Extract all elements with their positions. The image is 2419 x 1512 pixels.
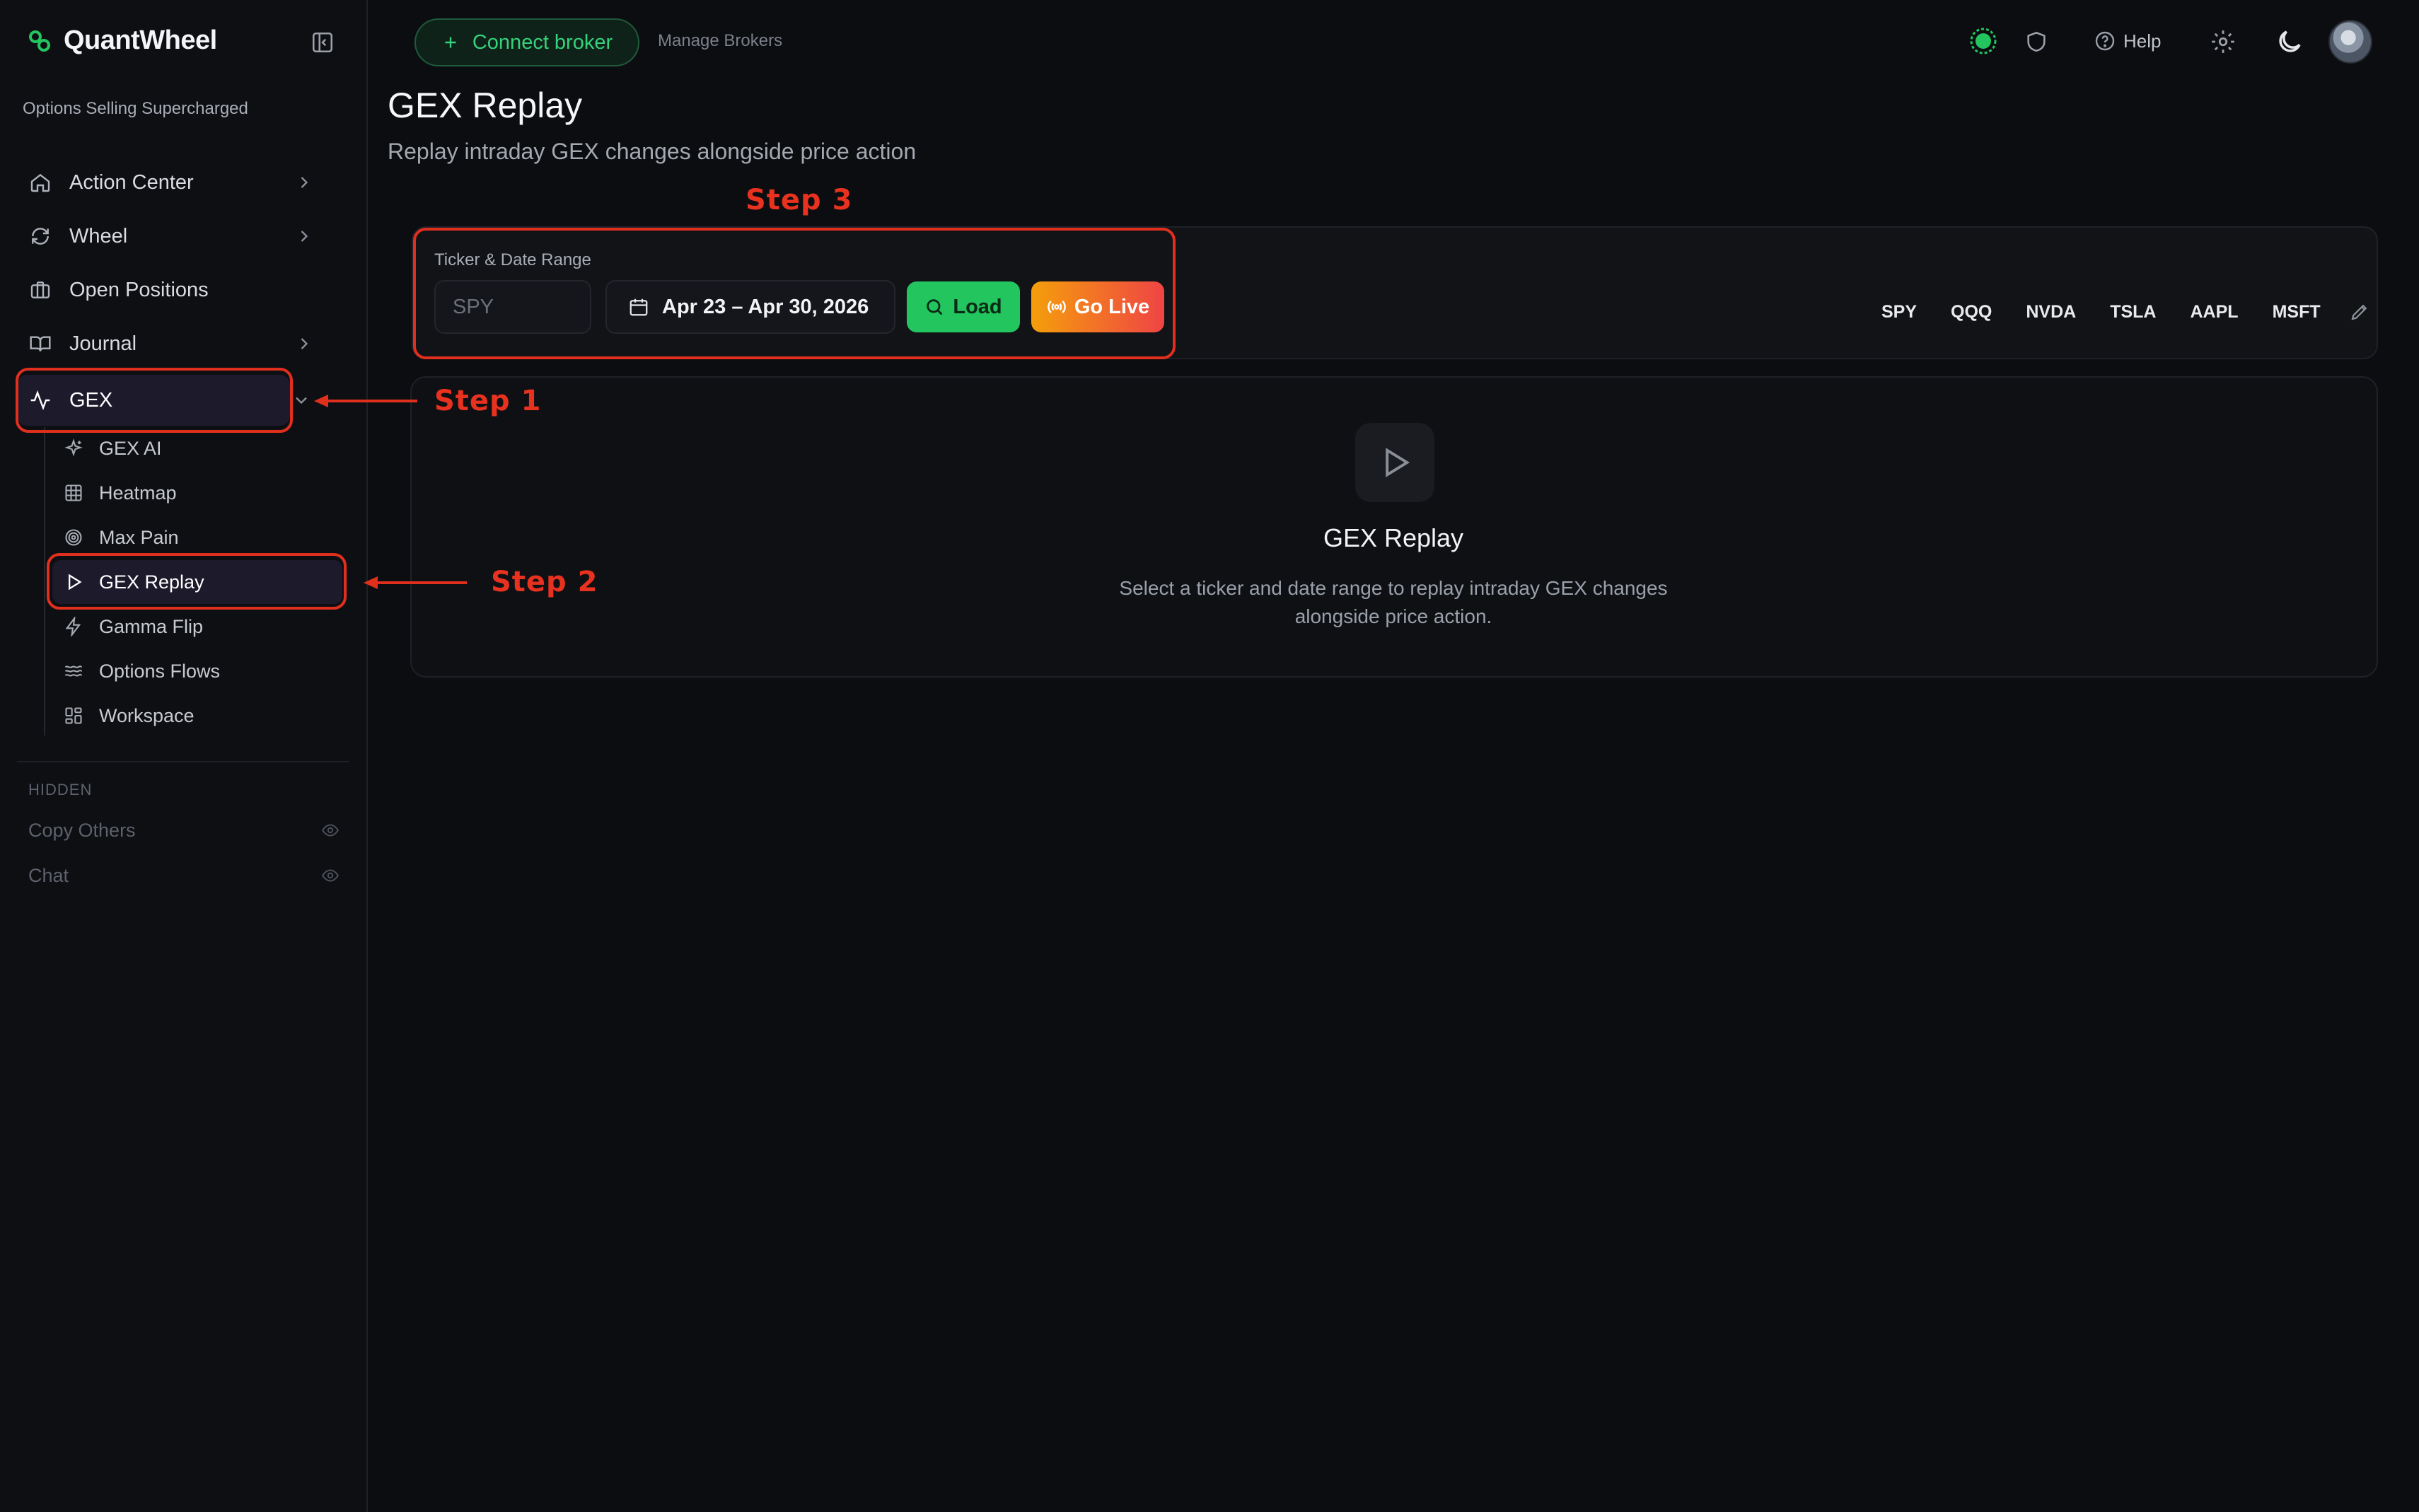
- user-avatar[interactable]: [2328, 20, 2372, 64]
- sidebar-subitem-label: Heatmap: [99, 482, 177, 504]
- refresh-icon: [28, 224, 52, 248]
- eye-icon[interactable]: [321, 866, 340, 885]
- waves-icon: [64, 661, 83, 681]
- hidden-item-label: Copy Others: [28, 819, 136, 841]
- submenu-guide-line: [44, 427, 45, 735]
- layout-icon: [64, 706, 83, 726]
- step3-label: Step 3: [746, 184, 853, 216]
- bolt-icon: [64, 617, 83, 636]
- quick-ticker-nvda[interactable]: NVDA: [2026, 302, 2076, 322]
- sidebar-item-wheel[interactable]: Wheel: [17, 211, 314, 262]
- pencil-icon[interactable]: [2349, 301, 2370, 322]
- grid-icon: [64, 483, 83, 503]
- sidebar-subitem-label: Gamma Flip: [99, 615, 204, 637]
- sidebar-subitem-label: Workspace: [99, 704, 195, 726]
- hidden-item-copy-others[interactable]: Copy Others: [28, 813, 340, 848]
- sidebar-item-open-positions[interactable]: Open Positions: [17, 264, 314, 315]
- gear-icon[interactable]: [2210, 28, 2237, 55]
- chevron-down-icon[interactable]: [291, 390, 311, 410]
- help-circle-icon: [2095, 31, 2115, 51]
- sidebar-item-label: Open Positions: [69, 278, 209, 301]
- tagline: Options Selling Supercharged: [23, 99, 248, 118]
- sidebar-collapse-button[interactable]: [308, 28, 337, 57]
- replay-play-tile: [1355, 423, 1434, 502]
- sidebar-item-journal[interactable]: Journal: [17, 318, 314, 369]
- sidebar-item-label: Journal: [69, 332, 137, 355]
- step1-highlight-box: [16, 368, 293, 433]
- step3-highlight-box: [413, 228, 1176, 359]
- hidden-section-label: HIDDEN: [28, 781, 93, 798]
- chevron-right-icon: [301, 177, 308, 188]
- sidebar: QuantWheel Options Selling Supercharged …: [0, 0, 368, 1512]
- chevron-right-icon: [301, 338, 308, 349]
- quantwheel-logo-icon: [29, 30, 50, 52]
- briefcase-icon: [28, 278, 52, 302]
- sparkle-icon: [64, 438, 83, 458]
- empty-state-description-line: alongside price action.: [1294, 605, 1492, 627]
- page-subtitle: Replay intraday GEX changes alongside pr…: [388, 139, 917, 164]
- connect-broker-label: Connect broker: [472, 30, 613, 54]
- quick-ticker-tsla[interactable]: TSLA: [2110, 302, 2156, 322]
- quick-ticker-aapl[interactable]: AAPL: [2191, 302, 2239, 322]
- target-icon: [64, 528, 83, 547]
- hidden-item-label: Chat: [28, 864, 69, 886]
- app-root: QuantWheel Options Selling Supercharged …: [0, 0, 2419, 1512]
- step1-arrow-icon: [314, 395, 417, 407]
- sidebar-subitem-workspace[interactable]: Workspace: [57, 694, 340, 738]
- plus-icon: [445, 37, 456, 48]
- sidebar-subitem-gamma-flip[interactable]: Gamma Flip: [57, 605, 340, 649]
- sidebar-item-action-center[interactable]: Action Center: [17, 157, 314, 208]
- page-title: GEX Replay: [388, 86, 583, 125]
- brand[interactable]: QuantWheel: [25, 25, 217, 56]
- home-icon: [28, 170, 52, 194]
- quick-ticker-msft[interactable]: MSFT: [2273, 302, 2321, 322]
- step1-label: Step 1: [434, 385, 542, 417]
- quick-ticker-spy[interactable]: SPY: [1881, 302, 1917, 322]
- book-icon: [28, 332, 52, 356]
- play-icon: [1386, 448, 1410, 477]
- sidebar-subitem-label: Options Flows: [99, 660, 221, 682]
- manage-brokers-link[interactable]: Manage Brokers: [658, 31, 782, 51]
- empty-state-description-line: Select a ticker and date range to replay…: [1119, 577, 1668, 599]
- sidebar-item-label: Wheel: [69, 224, 128, 248]
- shield-icon[interactable]: [2024, 30, 2048, 54]
- quick-ticker-list: SPY QQQ NVDA TSLA AAPL MSFT: [1881, 301, 2370, 322]
- panel-left-icon: [312, 32, 333, 53]
- sidebar-subitem-label: Max Pain: [99, 526, 179, 548]
- eye-icon[interactable]: [321, 821, 340, 839]
- hidden-item-chat[interactable]: Chat: [28, 858, 340, 893]
- sidebar-subitem-heatmap[interactable]: Heatmap: [57, 471, 340, 515]
- quick-ticker-qqq[interactable]: QQQ: [1951, 302, 1992, 322]
- step2-label: Step 2: [491, 566, 598, 598]
- connection-status-icon[interactable]: [1969, 27, 1997, 55]
- sidebar-subitem-options-flows[interactable]: Options Flows: [57, 649, 340, 693]
- help-button[interactable]: Help: [2094, 27, 2161, 55]
- brand-name: QuantWheel: [64, 25, 217, 55]
- step2-highlight-box: [47, 553, 347, 610]
- moon-icon[interactable]: [2275, 27, 2304, 57]
- step2-arrow-icon: [364, 576, 467, 589]
- help-label: Help: [2123, 30, 2162, 52]
- empty-state-title: GEX Replay: [1323, 523, 1464, 552]
- sidebar-item-label: Action Center: [69, 170, 194, 194]
- sidebar-subitem-label: GEX AI: [99, 437, 162, 459]
- connect-broker-button[interactable]: Connect broker: [414, 18, 639, 66]
- chevron-right-icon: [301, 231, 308, 242]
- empty-state-description: Select a ticker and date range to replay…: [1061, 574, 1726, 631]
- sidebar-subitem-gex-ai[interactable]: GEX AI: [57, 426, 340, 470]
- sidebar-divider: [17, 761, 349, 762]
